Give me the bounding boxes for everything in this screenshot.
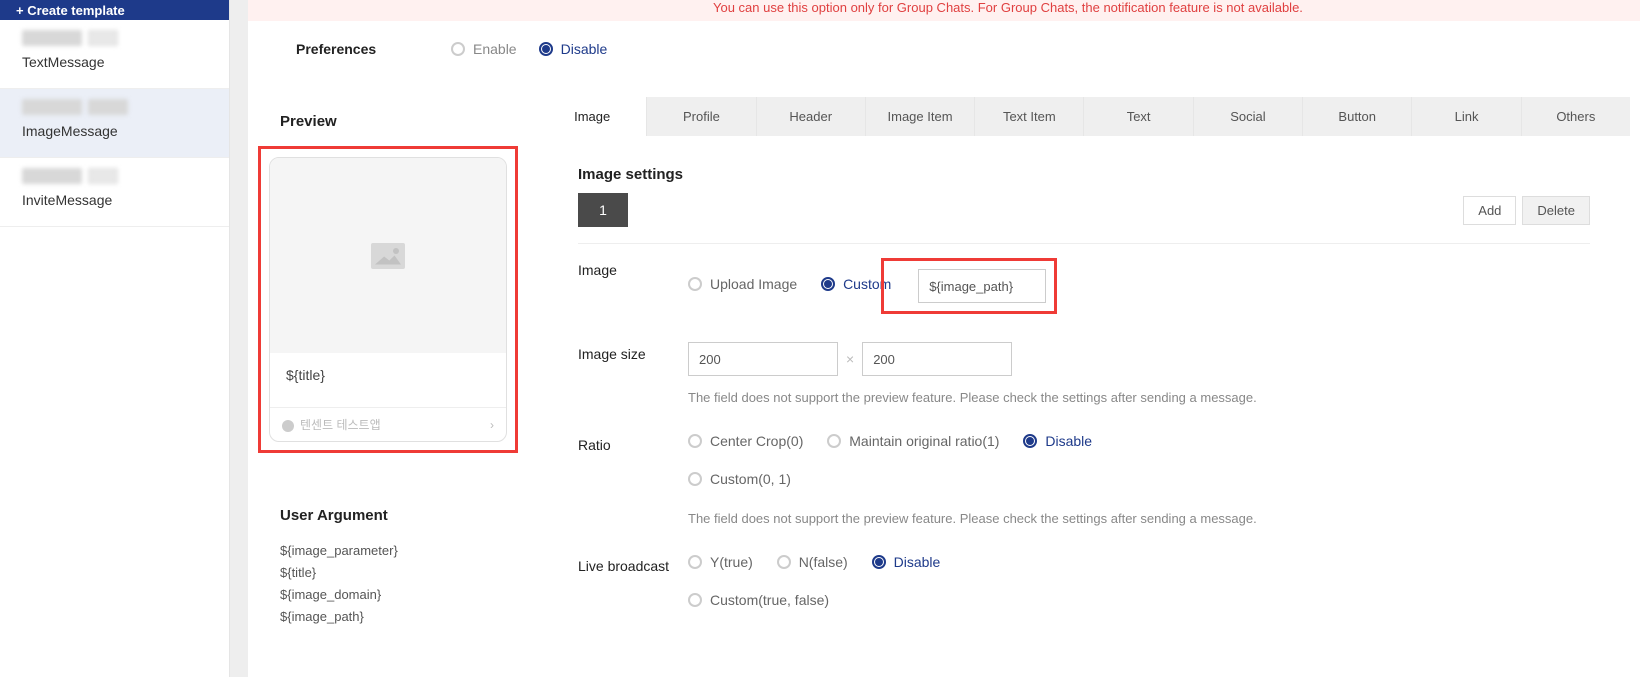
user-argument-item: ${title} (280, 562, 496, 584)
field-live-broadcast: Live broadcast Y(true) N(false) Disable … (578, 540, 1590, 632)
live-n-radio[interactable]: N(false) (777, 554, 848, 570)
radio-label: Disable (894, 554, 941, 570)
sidebar-item-textmessage[interactable]: TextMessage (0, 20, 229, 89)
field-label: Image size (578, 342, 688, 362)
radio-label: Custom(0, 1) (710, 471, 791, 487)
times-icon: × (846, 351, 854, 367)
image-custom-input[interactable] (918, 269, 1046, 303)
radio-label: Disable (1045, 433, 1092, 449)
live-custom-radio[interactable]: Custom(true, false) (688, 592, 829, 608)
user-argument-item: ${image_path} (280, 606, 496, 628)
sidebar-item-label: ImageMessage (22, 123, 207, 139)
radio-label: Maintain original ratio(1) (849, 433, 999, 449)
field-label: Live broadcast (578, 554, 688, 574)
add-button[interactable]: Add (1463, 196, 1516, 225)
preview-footer-text: 텐센트 테스트앱 (300, 418, 381, 432)
ratio-maintain-radio[interactable]: Maintain original ratio(1) (827, 433, 999, 449)
preferences-enable-radio[interactable]: Enable (451, 41, 517, 57)
image-custom-highlight (881, 258, 1057, 314)
tab-others[interactable]: Others (1521, 97, 1630, 136)
radio-label: Enable (473, 41, 517, 57)
preview-card-title: ${title} (270, 353, 506, 407)
chevron-right-icon: › (490, 418, 494, 432)
image-height-input[interactable] (862, 342, 1012, 376)
avatar-icon (282, 420, 294, 432)
segment-1-button[interactable]: 1 (578, 193, 628, 227)
tab-button[interactable]: Button (1302, 97, 1411, 136)
user-argument-item: ${image_parameter} (280, 540, 496, 562)
live-disable-radio[interactable]: Disable (872, 554, 941, 570)
preview-footer: 텐센트 테스트앱 › (270, 407, 506, 441)
warning-text: You can use this option only for Group C… (713, 0, 1640, 15)
section-title: Image settings (578, 166, 1590, 183)
field-image: Image Upload Image Custom (578, 244, 1590, 328)
user-argument-title: User Argument (258, 491, 518, 540)
scrollbar-gutter[interactable] (230, 0, 248, 677)
sidebar-item-label: InviteMessage (22, 192, 207, 208)
preferences-disable-radio[interactable]: Disable (539, 41, 608, 57)
tab-profile[interactable]: Profile (646, 97, 755, 136)
field-ratio: Ratio Center Crop(0) Maintain original r… (578, 419, 1590, 540)
tab-text-item[interactable]: Text Item (974, 97, 1083, 136)
user-argument-item: ${image_domain} (280, 584, 496, 606)
image-upload-radio[interactable]: Upload Image (688, 276, 797, 292)
ratio-disable-radio[interactable]: Disable (1023, 433, 1092, 449)
preview-panel: Preview ${title} 텐센트 테스트앱 › User (258, 97, 518, 642)
tab-image[interactable]: Image (538, 97, 646, 136)
tab-image-item[interactable]: Image Item (865, 97, 974, 136)
delete-button[interactable]: Delete (1522, 196, 1590, 225)
ratio-custom-radio[interactable]: Custom(0, 1) (688, 471, 791, 487)
image-placeholder-icon (371, 243, 405, 269)
sidebar-item-label: TextMessage (22, 54, 207, 70)
tab-text[interactable]: Text (1083, 97, 1192, 136)
tabs: Image Profile Header Image Item Text Ite… (538, 97, 1630, 136)
image-width-input[interactable] (688, 342, 838, 376)
radio-label: Y(true) (710, 554, 753, 570)
ratio-center-radio[interactable]: Center Crop(0) (688, 433, 803, 449)
preferences-label: Preferences (296, 41, 451, 57)
preview-highlight: ${title} 텐센트 테스트앱 › (258, 146, 518, 453)
tab-header[interactable]: Header (756, 97, 865, 136)
field-label: Ratio (578, 433, 688, 453)
help-text: The field does not support the preview f… (688, 511, 1590, 526)
field-image-size: Image size × The field does not support … (578, 328, 1590, 419)
user-argument-panel: User Argument ${image_parameter} ${title… (258, 491, 518, 628)
tab-social[interactable]: Social (1193, 97, 1302, 136)
create-template-button[interactable]: + Create template (0, 0, 229, 20)
radio-label: N(false) (799, 554, 848, 570)
preview-card: ${title} 텐센트 테스트앱 › (269, 157, 507, 442)
radio-label: Upload Image (710, 276, 797, 292)
preview-title: Preview (258, 97, 518, 146)
radio-label: Center Crop(0) (710, 433, 803, 449)
preferences-row: Preferences Enable Disable (296, 21, 1640, 97)
preview-image-placeholder (270, 158, 506, 353)
tab-link[interactable]: Link (1411, 97, 1520, 136)
live-y-radio[interactable]: Y(true) (688, 554, 753, 570)
main-content: You can use this option only for Group C… (248, 0, 1640, 677)
field-label: Image (578, 258, 688, 278)
settings-panel: Image Profile Header Image Item Text Ite… (538, 97, 1630, 642)
radio-label: Custom(true, false) (710, 592, 829, 608)
warning-banner: You can use this option only for Group C… (248, 0, 1640, 21)
sidebar-item-invitemessage[interactable]: InviteMessage (0, 158, 229, 227)
sidebar: + Create template TextMessage ImageMessa… (0, 0, 230, 677)
sidebar-item-imagemessage[interactable]: ImageMessage (0, 89, 229, 158)
help-text: The field does not support the preview f… (688, 390, 1590, 405)
radio-label: Disable (561, 41, 608, 57)
